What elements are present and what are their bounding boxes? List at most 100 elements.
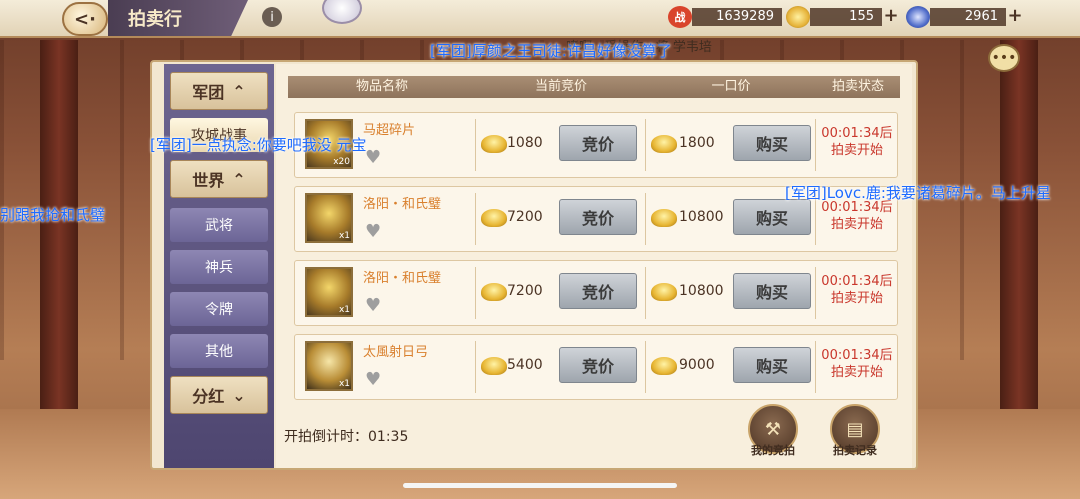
sidebar-item-world[interactable]: 世界 ⌃	[170, 160, 268, 198]
my-bids-label: 我的竞拍	[751, 444, 795, 457]
sidebar-item-label: 神兵	[205, 260, 233, 276]
item-thumbnail[interactable]: x1	[305, 193, 353, 243]
sidebar-item-dividends[interactable]: 分红 ⌄	[170, 376, 268, 414]
buyout-value: 9000	[679, 357, 715, 373]
sidebar-item-label: 其他	[205, 344, 233, 360]
buy-button[interactable]: 购买	[733, 199, 811, 235]
column-item-name: 物品名称	[355, 79, 408, 94]
buy-button[interactable]: 购买	[733, 273, 811, 309]
chevron-up-icon: ⌃	[232, 81, 246, 101]
table-row: x1 太風射日弓 ♥ 5400 竞价 9000 购买 00:01:34后 拍卖开始	[294, 334, 898, 400]
table-row: x1 洛阳・和氏璧 ♥ 7200 竞价 10800 购买 00:01:34后 拍卖…	[294, 260, 898, 326]
current-bid-value: 7200	[507, 209, 543, 225]
countdown-label: 开拍倒计时：	[284, 429, 368, 445]
item-count: x1	[338, 305, 350, 315]
divider	[815, 267, 816, 319]
sidebar-item-legion[interactable]: 军团 ⌃	[170, 72, 268, 110]
table-header: 物品名称 当前竞价 一口价 拍卖状态	[288, 76, 900, 98]
page-title: 拍卖行	[108, 0, 248, 36]
gold-ingot-icon	[651, 357, 677, 375]
status-time: 00:01:34后	[821, 274, 893, 289]
item-name: 太風射日弓	[363, 345, 429, 360]
chat-message: [军团]Lovc.鹿:我要诸葛碎片。马上升星	[785, 184, 1051, 202]
buyout-value: 1800	[679, 135, 715, 151]
chat-message: [军团]一点执念:你要吧我没 元宝	[150, 136, 367, 154]
column-status: 拍卖状态	[831, 79, 884, 94]
gold-value: 155	[810, 8, 882, 26]
sidebar-item-label: 分红	[192, 387, 225, 406]
sidebar-item-generals[interactable]: 武将	[170, 208, 268, 242]
info-icon[interactable]: i	[262, 7, 282, 27]
status-text: 拍卖开始	[830, 143, 883, 158]
divider	[475, 341, 476, 393]
auction-countdown: 开拍倒计时：01:35	[284, 426, 408, 446]
silver-value: 2961	[930, 8, 1006, 26]
gold-ingot-icon	[481, 209, 507, 227]
auction-status: 00:01:34后 拍卖开始	[817, 125, 897, 159]
add-gold-button[interactable]: +	[882, 7, 900, 26]
auction-status: 00:01:34后 拍卖开始	[817, 347, 897, 381]
top-bar: <· 拍卖行 i 战 1639289 155 + 2961 +	[0, 0, 1080, 38]
divider	[645, 193, 646, 245]
gold-ingot-icon	[651, 135, 677, 153]
buy-button[interactable]: 购买	[733, 125, 811, 161]
status-text: 拍卖开始	[830, 217, 883, 232]
gold-ingot-icon	[481, 357, 507, 375]
gold-ingot-icon	[481, 135, 507, 153]
sidebar-item-weapons[interactable]: 神兵	[170, 250, 268, 284]
chevron-down-icon: ⌄	[232, 385, 246, 405]
avatar[interactable]	[322, 0, 362, 24]
item-count: x1	[338, 231, 350, 241]
table-row: x20 马超碎片 ♥ 1080 竞价 1800 购买 00:01:34后 拍卖开始	[294, 112, 898, 178]
sidebar-item-label: 军团	[192, 83, 225, 102]
favorite-heart-icon[interactable]: ♥	[365, 295, 381, 316]
sidebar-item-tokens[interactable]: 令牌	[170, 292, 268, 326]
auction-status: 00:01:34后 拍卖开始	[817, 199, 897, 233]
silver-coin-icon	[906, 6, 930, 28]
bid-button[interactable]: 竞价	[559, 199, 637, 235]
divider	[645, 119, 646, 171]
currency-power: 战 1639289	[668, 6, 782, 28]
gold-ingot-icon	[786, 6, 810, 28]
back-button[interactable]: <·	[62, 2, 108, 36]
favorite-heart-icon[interactable]: ♥	[365, 221, 381, 242]
chevron-up-icon: ⌃	[232, 169, 246, 189]
buyout-value: 10800	[679, 283, 724, 299]
item-count: x1	[338, 379, 350, 389]
bid-button[interactable]: 竞价	[559, 125, 637, 161]
divider	[815, 119, 816, 171]
item-thumbnail[interactable]: x1	[305, 267, 353, 317]
divider	[645, 341, 646, 393]
status-time: 00:01:34后	[821, 348, 893, 363]
sidebar-item-label: 武将	[205, 218, 233, 234]
chat-icon[interactable]: •••	[988, 44, 1020, 72]
sidebar-item-label: 令牌	[205, 302, 233, 318]
auction-status: 00:01:34后 拍卖开始	[817, 273, 897, 307]
divider	[475, 193, 476, 245]
power-icon: 战	[668, 6, 692, 28]
buyout-value: 10800	[679, 209, 724, 225]
gold-ingot-icon	[481, 283, 507, 301]
currency-silver: 2961 +	[906, 6, 1024, 28]
item-thumbnail[interactable]: x1	[305, 341, 353, 391]
current-bid-value: 7200	[507, 283, 543, 299]
scroll-icon: ▤	[846, 418, 864, 440]
buy-button[interactable]: 购买	[733, 347, 811, 383]
current-bid-value: 1080	[507, 135, 543, 151]
favorite-heart-icon[interactable]: ♥	[365, 147, 381, 168]
bid-button[interactable]: 竞价	[559, 273, 637, 309]
item-name: 洛阳・和氏璧	[363, 197, 442, 212]
favorite-heart-icon[interactable]: ♥	[365, 369, 381, 390]
bid-button[interactable]: 竞价	[559, 347, 637, 383]
home-indicator[interactable]	[403, 483, 677, 488]
column-buyout: 一口价	[711, 79, 751, 94]
gold-ingot-icon	[651, 283, 677, 301]
power-value: 1639289	[692, 8, 782, 26]
divider	[475, 267, 476, 319]
chat-message: 别跟我抢和氏璧	[0, 206, 106, 224]
divider	[815, 341, 816, 393]
status-text: 拍卖开始	[830, 291, 883, 306]
add-silver-button[interactable]: +	[1006, 7, 1024, 26]
sidebar-item-other[interactable]: 其他	[170, 334, 268, 368]
current-bid-value: 5400	[507, 357, 543, 373]
